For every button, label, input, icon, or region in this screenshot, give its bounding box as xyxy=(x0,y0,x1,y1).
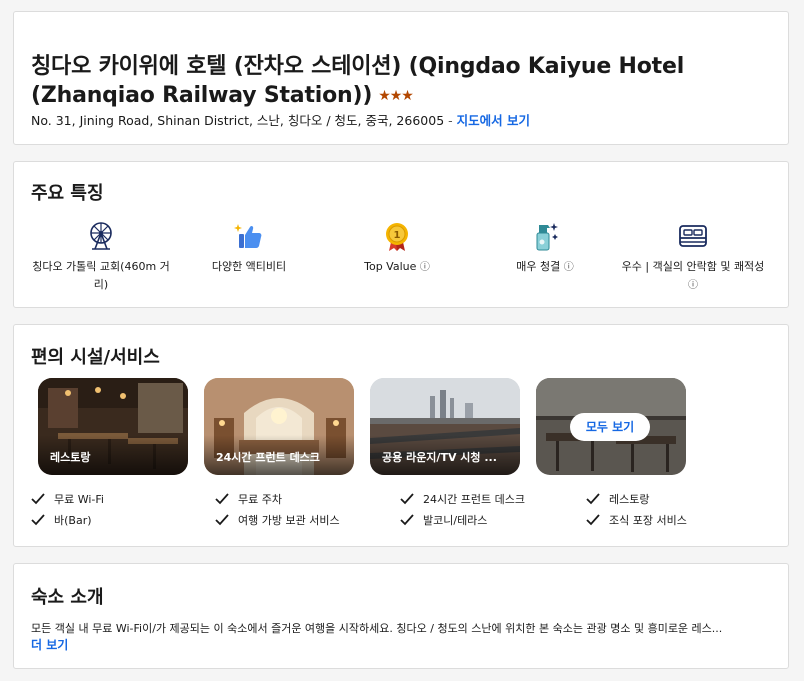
photo-restaurant[interactable]: 레스토랑 xyxy=(38,378,188,475)
feature-label: 매우 청결 xyxy=(516,260,561,273)
thumbs-up-icon xyxy=(234,224,262,248)
amenities-card: 편의 시설/서비스 레스토랑 24시간 프런트 데스크 공용 라운지/TV 시청… xyxy=(13,324,789,547)
feature-top-value[interactable]: 1 Top Value ⓘ xyxy=(322,220,472,277)
amenity-item: 24시간 프런트 데스크 xyxy=(400,491,525,507)
info-icon[interactable]: ⓘ xyxy=(564,262,574,273)
hotel-title: 칭다오 카이위에 호텔 (잔차오 스테이션) (Qingdao Kaiyue H… xyxy=(31,52,751,111)
amenity-item: 무료 주차 xyxy=(215,491,282,507)
cleaning-spray-icon xyxy=(536,223,558,251)
check-icon xyxy=(586,493,600,505)
photo-caption: 24시간 프런트 데스크 xyxy=(216,451,320,464)
feature-label: Top Value xyxy=(364,260,417,273)
about-card: 숙소 소개 모든 객실 내 무료 Wi-Fi이/가 제공되는 이 숙소에서 즐거… xyxy=(13,563,789,669)
star-rating: ★★★ xyxy=(378,88,414,104)
feature-label: 우수 | 객실의 안락함 및 쾌적성 xyxy=(621,260,765,273)
info-icon[interactable]: ⓘ xyxy=(688,280,698,291)
photo-lounge[interactable]: 공용 라운지/TV 시청 ... xyxy=(370,378,520,475)
info-icon[interactable]: ⓘ xyxy=(420,262,430,273)
ferris-wheel-icon xyxy=(90,222,112,250)
svg-text:1: 1 xyxy=(394,230,401,241)
highlights-card: 주요 특징 칭다오 가톨릭 교회(460m 거리) 다양한 액티비티 1 Top… xyxy=(13,161,789,308)
amenity-item: 레스토랑 xyxy=(586,491,649,507)
amenities-title: 편의 시설/서비스 xyxy=(31,347,160,368)
feature-nearby-landmark: 칭다오 가톨릭 교회(460m 거리) xyxy=(26,220,176,294)
feature-label: 다양한 액티비티 xyxy=(211,260,287,273)
check-icon xyxy=(31,493,45,505)
check-icon xyxy=(215,514,229,526)
see-all-button[interactable]: 모두 보기 xyxy=(570,413,650,441)
highlights-title: 주요 특징 xyxy=(31,183,104,204)
photo-front-desk[interactable]: 24시간 프런트 데스크 xyxy=(204,378,354,475)
feature-label: 칭다오 가톨릭 교회(460m 거리) xyxy=(32,260,170,291)
check-icon xyxy=(586,514,600,526)
photo-caption: 공용 라운지/TV 시청 ... xyxy=(382,451,497,464)
feature-activities: 다양한 액티비티 xyxy=(174,220,324,276)
bed-icon xyxy=(679,225,707,247)
feature-very-clean[interactable]: 매우 청결 ⓘ xyxy=(470,220,620,277)
check-icon xyxy=(400,514,414,526)
read-more-link[interactable]: 더 보기 xyxy=(31,636,68,653)
amenity-item: 여행 가방 보관 서비스 xyxy=(215,512,340,528)
about-title: 숙소 소개 xyxy=(31,587,104,608)
medal-icon: 1 xyxy=(386,223,408,251)
amenity-item: 바(Bar) xyxy=(31,512,92,528)
photo-caption: 레스토랑 xyxy=(50,451,91,464)
amenity-item: 조식 포장 서비스 xyxy=(586,512,687,528)
photo-see-all[interactable]: 모두 보기 xyxy=(536,378,686,475)
address-text: No. 31, Jining Road, Shinan District, 스난… xyxy=(31,113,445,128)
amenity-item: 무료 Wi-Fi xyxy=(31,491,104,507)
check-icon xyxy=(31,514,45,526)
feature-room-comfort[interactable]: 우수 | 객실의 안락함 및 쾌적성 ⓘ xyxy=(618,220,768,295)
about-text: 모든 객실 내 무료 Wi-Fi이/가 제공되는 이 숙소에서 즐거운 여행을 … xyxy=(31,622,723,635)
check-icon xyxy=(215,493,229,505)
map-link[interactable]: 지도에서 보기 xyxy=(457,113,530,128)
hotel-address: No. 31, Jining Road, Shinan District, 스난… xyxy=(31,113,530,128)
amenity-item: 발코니/테라스 xyxy=(400,512,487,528)
hotel-name: 칭다오 카이위에 호텔 (잔차오 스테이션) (Qingdao Kaiyue H… xyxy=(31,54,685,108)
check-icon xyxy=(400,493,414,505)
hotel-header-card: 칭다오 카이위에 호텔 (잔차오 스테이션) (Qingdao Kaiyue H… xyxy=(13,11,789,145)
